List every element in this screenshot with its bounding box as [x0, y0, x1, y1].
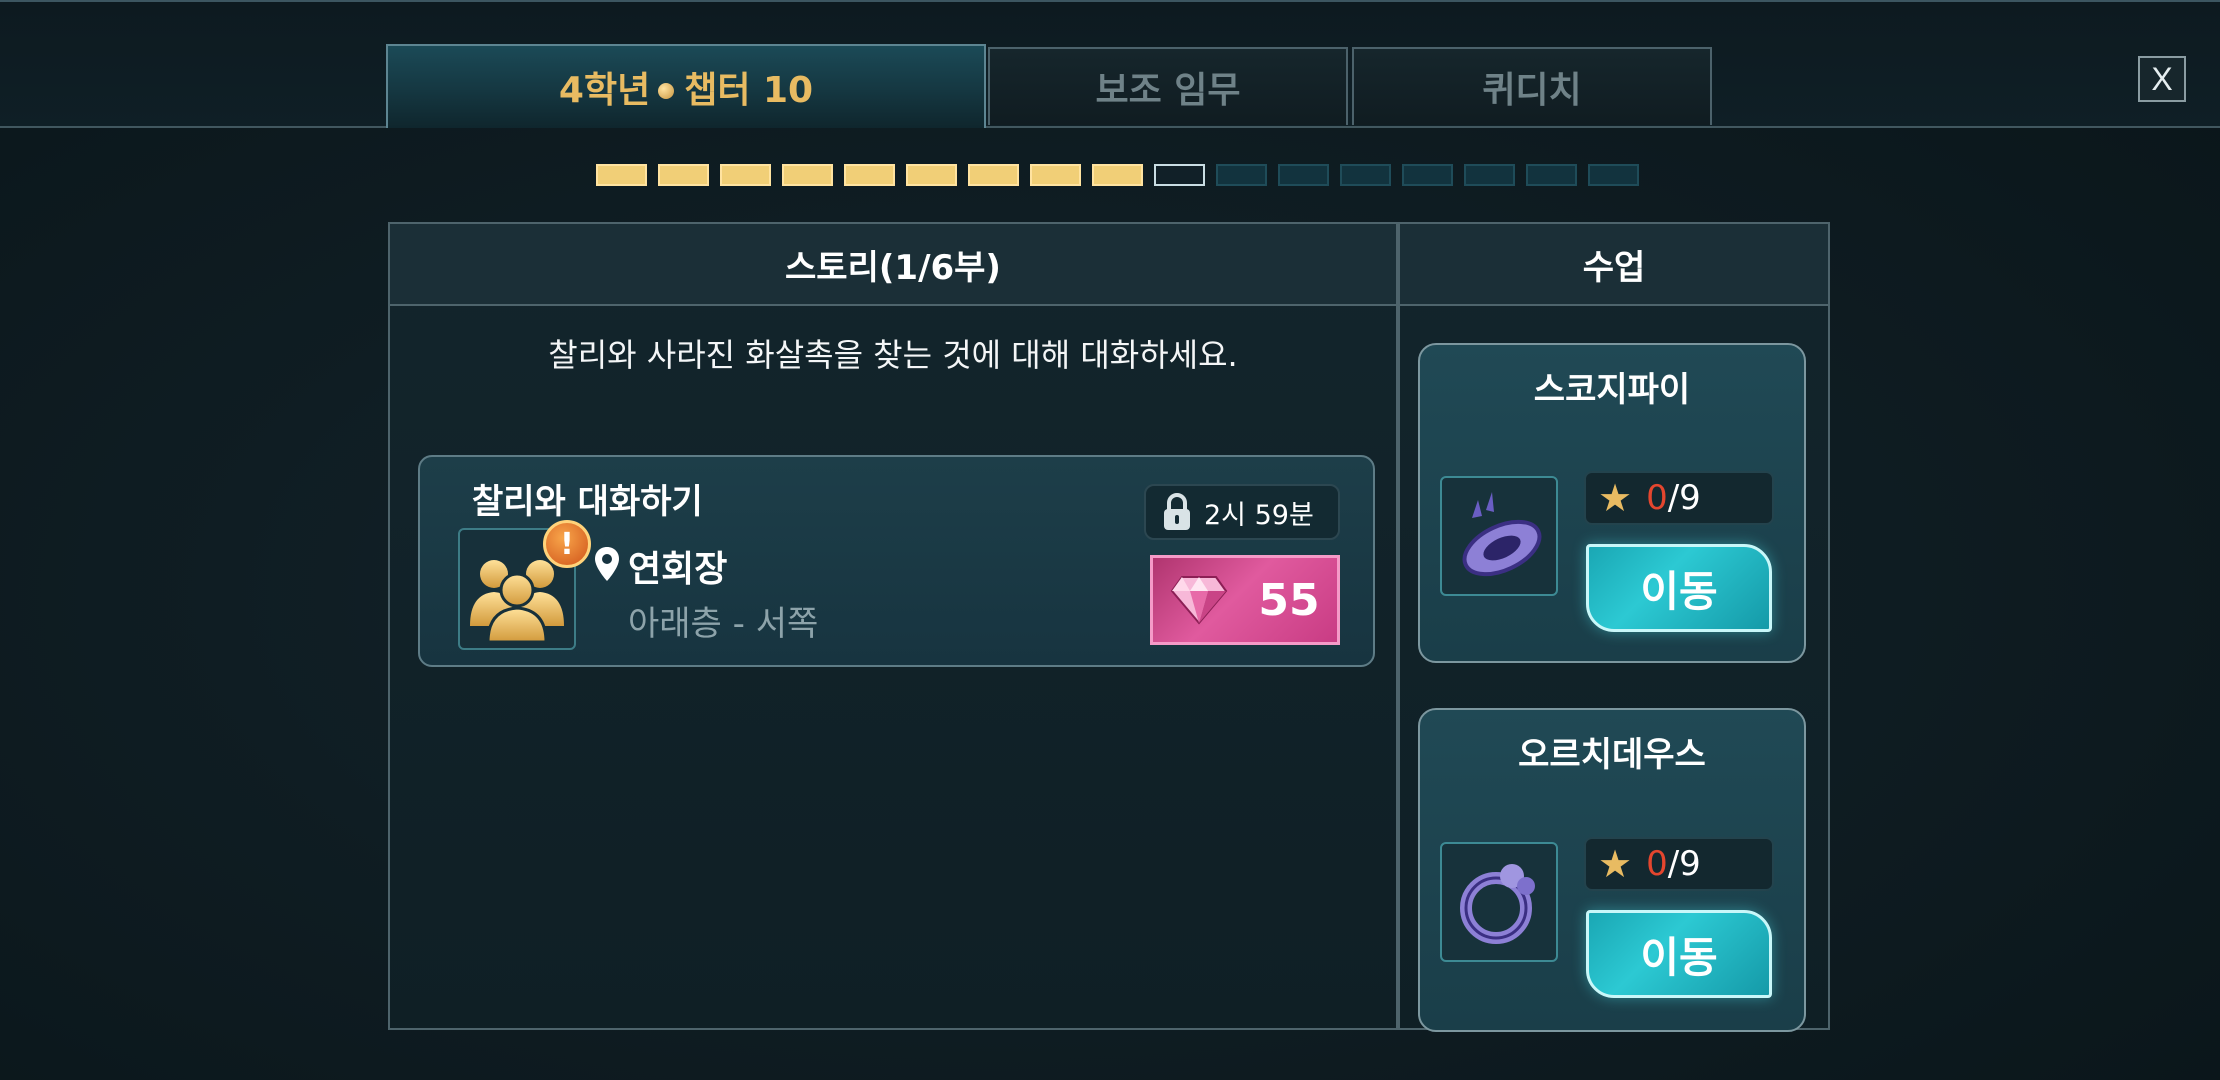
- story-header: 스토리(1/6부): [390, 224, 1396, 306]
- bullet-icon: [658, 83, 675, 99]
- story-description: 찰리와 사라진 화살촉을 찾는 것에 대해 대화하세요.: [548, 336, 1238, 374]
- class-title: 오르치데우스: [1518, 735, 1706, 775]
- quest-location: 연회장: [628, 549, 728, 590]
- class-stars: ★ 0/9: [1584, 471, 1774, 525]
- stars-total: /9: [1667, 844, 1701, 884]
- orchideous-spell-icon: [1440, 842, 1558, 962]
- tab-year-label: 4학년: [558, 70, 651, 111]
- lock-icon: [1164, 493, 1190, 530]
- class-title: 스코지파이: [1533, 370, 1691, 410]
- chapter-segment: [968, 164, 1019, 186]
- gem-icon: [1171, 576, 1228, 625]
- tab-label: 보조 임무: [1095, 70, 1241, 111]
- stars-current: 0: [1646, 844, 1668, 884]
- stars-current: 0: [1646, 478, 1668, 518]
- chapter-segment: [1092, 164, 1143, 186]
- chapter-segment: [720, 164, 771, 186]
- chapter-segment: [1340, 164, 1391, 186]
- stars-total: /9: [1667, 478, 1701, 518]
- chapter-segment: [658, 164, 709, 186]
- tab-side-quests[interactable]: 보조 임무: [988, 47, 1348, 125]
- timer-text: 2시 59분: [1204, 499, 1314, 531]
- location-pin-icon: [595, 547, 619, 581]
- go-button[interactable]: 이동: [1586, 910, 1772, 998]
- star-icon: ★: [1598, 842, 1633, 886]
- chapter-segment: [844, 164, 895, 186]
- chapter-segment: [1588, 164, 1639, 186]
- tab-label: 퀴디치: [1482, 70, 1582, 111]
- chapter-segment: [782, 164, 833, 186]
- chapter-progress-bar: [596, 164, 1639, 188]
- tab-quidditch[interactable]: 퀴디치: [1352, 47, 1712, 125]
- chapter-segment: [906, 164, 957, 186]
- chapter-segment: [1030, 164, 1081, 186]
- scourgify-spell-icon: [1440, 476, 1558, 596]
- tab-chapter-label: 챕터 10: [684, 70, 814, 111]
- tab-main-story[interactable]: 4학년 챕터 10: [386, 44, 986, 128]
- classes-header: 수업: [1400, 224, 1828, 306]
- alert-icon: !: [543, 520, 591, 568]
- quest-title: 찰리와 대화하기: [472, 482, 703, 522]
- reward-value: 55: [1258, 574, 1320, 626]
- panel-divider: [1396, 222, 1400, 1030]
- go-button[interactable]: 이동: [1586, 544, 1772, 632]
- star-icon: ★: [1598, 476, 1633, 520]
- quest-reward: 55: [1150, 555, 1340, 645]
- close-button[interactable]: X: [2138, 56, 2186, 102]
- chapter-segment: [1464, 164, 1515, 186]
- quest-sublocation: 아래층 - 서쪽: [628, 604, 819, 644]
- quest-timer: 2시 59분: [1144, 484, 1340, 540]
- chapter-segment: [1216, 164, 1267, 186]
- chapter-segment: [596, 164, 647, 186]
- chapter-segment: [1154, 164, 1205, 186]
- chapter-segment: [1526, 164, 1577, 186]
- chapter-segment: [1278, 164, 1329, 186]
- chapter-segment: [1402, 164, 1453, 186]
- class-stars: ★ 0/9: [1584, 837, 1774, 891]
